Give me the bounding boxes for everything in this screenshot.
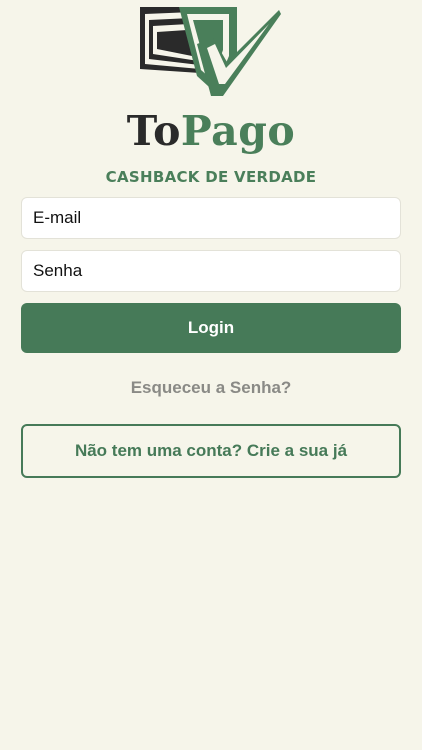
password-field[interactable]	[21, 250, 401, 292]
brand-name: ToPago	[0, 106, 422, 156]
tagline: CASHBACK DE VERDADE	[105, 168, 317, 186]
forgot-password-link[interactable]: Esqueceu a Senha?	[0, 378, 422, 398]
login-button[interactable]: Login	[21, 303, 401, 353]
brand-name-pago: Pago	[180, 107, 296, 155]
brand-name-to: To	[126, 107, 181, 155]
email-field[interactable]	[21, 197, 401, 239]
checkmark-cards-icon	[140, 7, 281, 96]
signup-button[interactable]: Não tem uma conta? Crie a sua já	[21, 424, 401, 478]
